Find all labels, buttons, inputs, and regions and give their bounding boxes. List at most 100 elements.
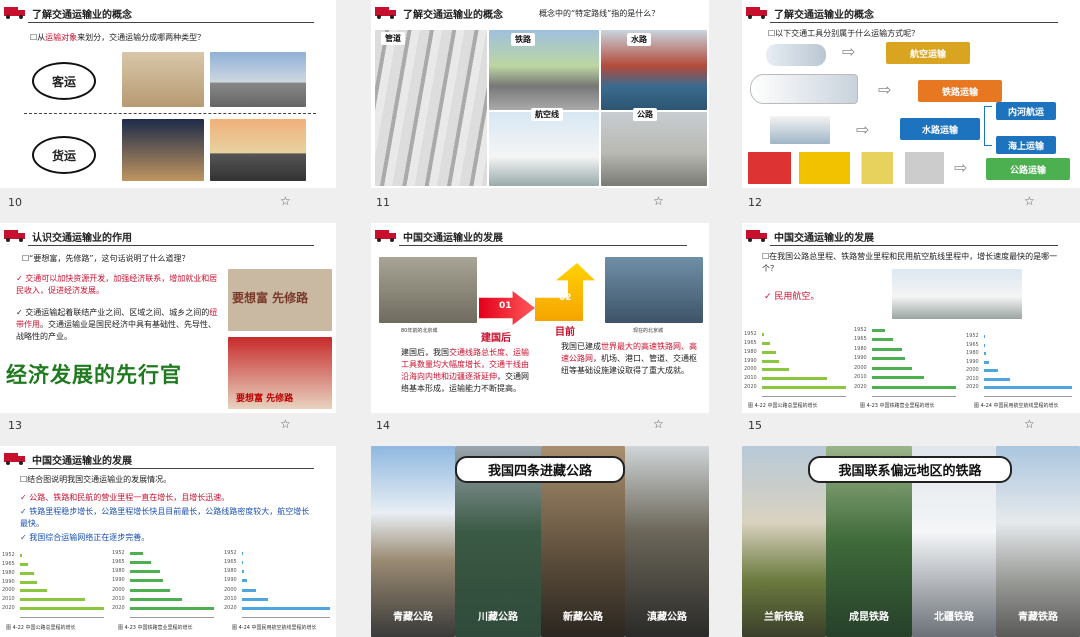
chart-bar <box>872 376 925 380</box>
question: ☐结合图说明我国交通运输业的发展情况。 <box>20 475 172 484</box>
point-2-text-c: 。交通运输业是国民经济中具有基础性、先导性、战略性的产业。 <box>16 320 216 341</box>
road-label: 新藏公路 <box>563 612 603 623</box>
modern-beijing-photo <box>605 257 703 323</box>
slide-title: 中国交通运输业的发展 <box>774 233 874 244</box>
truck-icon <box>375 230 396 242</box>
chart-bar <box>762 350 777 354</box>
arrow-icon: ⇨ <box>954 158 968 177</box>
slide-17[interactable]: 我国四条进藏公路 青藏公路 川藏公路 新藏公路 滇藏公路 <box>371 446 709 637</box>
header-rule <box>770 245 1058 246</box>
chart-bar <box>130 606 214 610</box>
freight-label: 货运 <box>51 148 76 163</box>
chart-bar <box>872 385 956 389</box>
year-tick-label: 1980 <box>2 569 15 576</box>
truck-icon <box>4 7 25 19</box>
slide-header: 了解交通运输业的概念 <box>0 0 336 26</box>
slide-header: 了解交通运输业的概念 <box>742 0 1080 26</box>
banner-title: 我国四条进藏公路 <box>455 456 625 483</box>
slide-11[interactable]: 了解交通运输业的概念 概念中的“特定路线”指的是什么？ 管道 铁路 水路 航空线… <box>371 0 709 188</box>
road-label: 滇藏公路 <box>647 612 687 623</box>
step-1-num: 01 <box>499 301 512 311</box>
coach-bus-photo <box>210 52 306 107</box>
slide-10[interactable]: 了解交通运输业的概念 ☐从运输对象来划分，交通运输分成哪两种类型？ 客运 货运 <box>0 0 336 188</box>
chart-aviation: 1952 1965 1980 1990 2000 2010 2020 <box>966 333 1076 399</box>
year-tick-label: 2010 <box>112 595 125 602</box>
slide-12[interactable]: 了解交通运输业的概念 ☐以下交通工具分别属于什么运输方式呢？ ⇨ 航空运输 ⇨ … <box>742 0 1080 188</box>
star-icon[interactable]: ☆ <box>1024 194 1035 208</box>
chart-railway: 1952 1965 1980 1990 2000 2010 2020 <box>112 550 218 620</box>
chart-caption-3: 图 4-24 中国民用航空航线里程的增长 <box>974 403 1059 409</box>
rail-label: 成昆铁路 <box>849 612 889 623</box>
ship-photo <box>770 116 830 144</box>
label-after-founding: 建国后 <box>481 333 511 344</box>
slide-16[interactable]: 中国交通运输业的发展 ☐结合图说明我国交通运输业的发展情况。 ✓ 公路、铁路和民… <box>0 446 336 637</box>
year-tick-label: 2010 <box>854 374 867 381</box>
header-rule <box>399 245 687 246</box>
bracket <box>984 106 992 146</box>
star-icon[interactable]: ☆ <box>653 194 664 208</box>
star-icon[interactable]: ☆ <box>280 417 291 431</box>
chart-bar <box>20 571 35 575</box>
slide-number: 11 <box>376 196 390 209</box>
year-tick-label: 2020 <box>854 383 867 390</box>
star-icon[interactable]: ☆ <box>653 417 664 431</box>
slide-18[interactable]: 我国联系偏远地区的铁路 兰新铁路 成昆铁路 北疆铁路 青藏铁路 <box>742 446 1080 637</box>
chart-bar <box>242 579 247 583</box>
point-1-text: 交通可以加快资源开发，加强经济联系，增加就业和居民收入，促进经济发展。 <box>16 274 218 295</box>
year-tick-label: 1952 <box>112 550 125 556</box>
chart-bar <box>130 579 164 583</box>
railway-tag: 铁路 <box>511 33 535 46</box>
chart-bar <box>242 570 244 574</box>
star-icon[interactable]: ☆ <box>1024 417 1035 431</box>
chart-bar <box>872 338 893 342</box>
question-text: 从运输对象来划分，交通运输分成哪两种类型？ <box>37 33 206 42</box>
year-tick-label: 1980 <box>112 568 125 575</box>
divider <box>24 113 316 114</box>
chart-axis <box>872 396 956 397</box>
year-tick-label: 1990 <box>224 577 237 584</box>
keyword: 运输对象 <box>45 33 78 42</box>
step-2-num: 02 <box>559 293 572 303</box>
old-beijing-photo <box>379 257 477 323</box>
chart-axis <box>242 617 330 618</box>
truck-icon <box>375 7 396 19</box>
year-tick-label: 1965 <box>966 341 979 348</box>
chart-caption-2: 图 4-23 中国铁路营业里程的增长 <box>860 403 935 409</box>
chart-bar <box>130 588 170 592</box>
slide-number: 14 <box>376 419 390 432</box>
answer: ✓ 民用航空。 <box>764 292 820 302</box>
modern-beijing-caption: 现在的北京城 <box>633 328 664 334</box>
highway-photo <box>601 112 707 186</box>
year-tick-label: 1952 <box>2 552 15 558</box>
chart-bar <box>242 588 257 592</box>
year-tick-label: 1965 <box>744 339 757 346</box>
slide-number: 12 <box>748 196 762 209</box>
rail-box: 铁路运输 <box>918 80 1002 102</box>
para-now: 我国已建成世界最大的高速铁路网、高速公路网，机场、港口、管道、交通枢纽等基础设施… <box>561 341 701 377</box>
chart-bar <box>20 562 29 566</box>
chart-bar <box>872 357 906 361</box>
arrow-icon: ⇨ <box>878 80 892 99</box>
question-text: 以下交通工具分别属于什么运输方式呢？ <box>775 29 920 38</box>
star-icon[interactable]: ☆ <box>280 194 291 208</box>
year-tick-label: 2020 <box>966 384 979 391</box>
chart-bar <box>984 352 986 356</box>
truck-icon <box>4 453 25 465</box>
slide-15[interactable]: 中国交通运输业的发展 ☐在我国公路总里程、铁路营业里程和民用航空航线里程中，增长… <box>742 223 1080 413</box>
slide-header: 认识交通运输业的作用 <box>0 223 336 249</box>
slide-14[interactable]: 中国交通运输业的发展 80年前的北京城 01 02 现在的北京城 建国后 目前 … <box>371 223 709 413</box>
chart-highway: 1952 1965 1980 1990 2000 2010 2020 <box>2 552 108 620</box>
point-2: ✓ 铁路里程稳步增长，公路里程增长快且目前最长，公路线路密度较大，航空增长最快。 <box>20 507 310 528</box>
year-tick-label: 2000 <box>966 367 979 374</box>
label-now: 目前 <box>555 327 575 338</box>
point-1-text: 公路、铁路和民航的营业里程一直在增长，且增长迅速。 <box>29 493 230 502</box>
slide-number: 10 <box>8 196 22 209</box>
truck-photo <box>210 119 306 181</box>
year-tick-label: 2000 <box>744 366 757 373</box>
highway-tag: 公路 <box>633 108 657 121</box>
slide-13[interactable]: 认识交通运输业的作用 ☐“要想富，先修路”，这句话说明了什么道理？ ✓ 交通可以… <box>0 223 336 413</box>
cargo-photo <box>122 119 204 181</box>
year-tick-label: 1965 <box>854 336 867 343</box>
truck-icon <box>4 230 25 242</box>
chart-bar <box>20 554 23 557</box>
